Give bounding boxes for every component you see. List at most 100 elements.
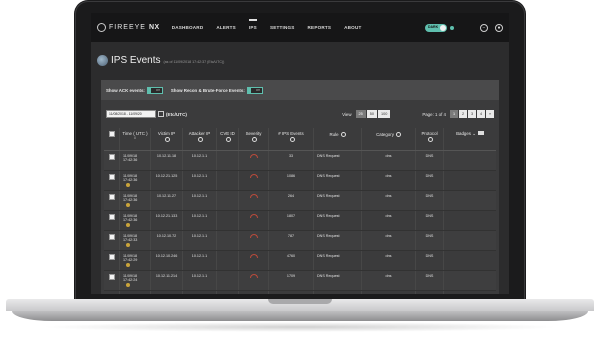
cell-rule[interactable]: DNS Request — [314, 211, 362, 230]
cell-victim-ip[interactable]: 10.12.12.237 — [151, 291, 183, 294]
col-rule-label: Rule — [329, 132, 339, 137]
table-row[interactable]: 11/09/18 17:42:36 10.12.11.18 10.12.1.1 33 DN… — [104, 151, 496, 171]
search-icon[interactable] — [198, 136, 203, 142]
cell-rule[interactable]: DNS Request — [314, 231, 362, 250]
col-rule[interactable]: Rule — [314, 128, 362, 150]
dark-mode-switch[interactable]: DARK — [425, 23, 447, 32]
laptop-shadow — [40, 322, 560, 332]
table-row[interactable]: 11/09/18 17:42:36 10.12.21.133 10.12.1.1 180… — [104, 211, 496, 231]
cell-attacker-ip[interactable]: 10.12.1.1 — [183, 271, 217, 290]
col-protocol[interactable]: Protocol — [416, 128, 444, 150]
col-time[interactable]: Time ( UTC ) ⇕ — [120, 128, 151, 150]
page-size-25[interactable]: 25 — [355, 110, 366, 118]
col-attacker-label: Attacker IP — [188, 131, 211, 136]
cell-clock: 17:42:36 — [123, 178, 138, 182]
cell-rule[interactable]: DNS Request — [314, 291, 362, 294]
col-victim-label: Victim IP — [157, 131, 176, 136]
table-row[interactable]: 11/09/18 17:42:36 10.12.21.125 10.12.1.1 108… — [104, 171, 496, 191]
cell-clock: 17:42:36 — [123, 158, 138, 162]
cell-victim-ip[interactable]: 10.12.11.27 — [151, 191, 183, 210]
cell-victim-ip[interactable]: 10.12.11.214 — [151, 271, 183, 290]
nav-settings[interactable]: SETTINGS — [270, 25, 295, 30]
cell-ips-events: 4760 — [269, 251, 314, 270]
cell-attacker-ip[interactable]: 10.12.1.1 — [183, 171, 217, 190]
col-badges[interactable]: Badges ⌄ — [444, 128, 496, 150]
page-title: IPS Events — [111, 55, 161, 66]
cell-rule[interactable]: DNS Request — [314, 191, 362, 210]
cell-attacker-ip[interactable]: 10.12.1.1 — [183, 151, 217, 170]
theme-toggle[interactable]: DARK — [425, 23, 454, 32]
row-checkbox[interactable] — [108, 234, 115, 240]
warning-icon — [126, 223, 130, 227]
nav-dashboard[interactable]: DASHBOARD — [172, 25, 204, 30]
ack-toggle[interactable]: Off — [146, 86, 163, 94]
date-range-input[interactable]: 11/08/2018 - 11/09/20 — [106, 110, 156, 118]
nav-about[interactable]: ABOUT — [344, 25, 361, 30]
cell-victim-ip[interactable]: 10.12.10.246 — [151, 251, 183, 270]
cell-rule[interactable]: DNS Request — [314, 151, 362, 170]
next-page[interactable]: » — [486, 110, 494, 118]
table-row[interactable]: 11/09/18 17:42:36 10.12.11.27 10.12.1.1 264 D… — [104, 191, 496, 211]
recon-toggle-state: Off — [255, 88, 260, 92]
col-attacker-ip[interactable]: Attacker IP — [183, 128, 217, 150]
cell-attacker-ip[interactable]: 10.12.1.1 — [183, 231, 217, 250]
page-3[interactable]: 3 — [468, 110, 476, 118]
col-ips-events[interactable]: # IPS Events — [269, 128, 314, 150]
page-1[interactable]: 1 — [450, 110, 458, 118]
page-size-100[interactable]: 100 — [377, 110, 391, 118]
search-icon[interactable] — [395, 131, 401, 137]
table-row[interactable]: 11/09/1817:42:2110.12.12.23710.12.1.1 786… — [104, 291, 496, 294]
nav-reports[interactable]: REPORTS — [308, 25, 332, 30]
search-icon[interactable] — [340, 131, 346, 137]
cell-category: dns — [362, 211, 416, 230]
cell-attacker-ip[interactable]: 10.12.1.1 — [183, 191, 217, 210]
cell-attacker-ip[interactable]: 10.12.1.1 — [183, 251, 217, 270]
cell-victim-ip[interactable]: 10.12.11.18 — [151, 151, 183, 170]
row-checkbox[interactable] — [108, 214, 115, 220]
cell-victim-ip[interactable]: 10.12.21.125 — [151, 171, 183, 190]
cell-attacker-ip[interactable]: 10.12.1.1 — [183, 211, 217, 230]
logo[interactable]: FIREEYE NX — [97, 23, 160, 32]
row-checkbox[interactable] — [108, 254, 115, 260]
col-cve-id[interactable]: CVE ID — [217, 128, 239, 150]
table-row[interactable]: 11/09/18 17:42:29 10.12.10.246 10.12.1.1 476… — [104, 251, 496, 271]
recon-toggle[interactable]: Off — [246, 86, 263, 94]
cell-victim-ip[interactable]: 10.12.21.133 — [151, 211, 183, 230]
top-nav-bar: FIREEYE NX DASHBOARD ALERTS IPS SETTINGS… — [91, 13, 509, 42]
user-icon[interactable]: ● — [495, 23, 503, 32]
badge-filter-button[interactable] — [477, 131, 484, 135]
cell-rule[interactable]: DNS Request — [314, 171, 362, 190]
row-checkbox[interactable] — [108, 274, 115, 280]
cell-attacker-ip[interactable]: 10.12.1.1 — [183, 291, 217, 294]
col-severity[interactable]: Severity — [239, 128, 269, 150]
chevron-down-icon[interactable]: ⌄ — [472, 131, 476, 136]
row-checkbox[interactable] — [108, 174, 115, 180]
search-icon[interactable] — [252, 136, 257, 142]
cell-rule[interactable]: DNS Request — [314, 271, 362, 290]
search-icon[interactable] — [226, 136, 231, 142]
calendar-icon[interactable] — [158, 111, 164, 117]
col-victim-ip[interactable]: Victim IP — [151, 128, 183, 150]
cell-victim-ip[interactable]: 10.12.10.72 — [151, 231, 183, 250]
search-icon[interactable] — [428, 136, 433, 142]
cell-ips-events: 1807 — [269, 211, 314, 230]
minus-icon[interactable]: − — [480, 23, 488, 32]
page-4[interactable]: 4 — [477, 110, 485, 118]
search-icon[interactable] — [289, 136, 295, 142]
row-checkbox[interactable] — [108, 194, 115, 200]
sort-icon[interactable]: ⇕ — [120, 136, 150, 140]
nav-alerts[interactable]: ALERTS — [216, 25, 236, 30]
nav-ips[interactable]: IPS — [248, 19, 257, 30]
cell-severity — [239, 251, 269, 270]
page-2[interactable]: 2 — [459, 110, 467, 118]
select-all-checkbox[interactable] — [108, 131, 115, 137]
page-size-50[interactable]: 50 — [366, 110, 377, 118]
search-icon[interactable] — [165, 136, 170, 142]
col-category[interactable]: Category — [362, 128, 416, 150]
cell-rule[interactable]: DNS Request — [314, 251, 362, 270]
table-row[interactable]: 11/09/18 17:42:24 10.12.11.214 10.12.1.1 170… — [104, 271, 496, 291]
table-row[interactable]: 11/09/18 17:42:33 10.12.10.72 10.12.1.1 787 D… — [104, 231, 496, 251]
row-checkbox[interactable] — [108, 154, 115, 160]
cell-severity — [239, 151, 269, 170]
severity-gauge-icon — [249, 274, 258, 278]
